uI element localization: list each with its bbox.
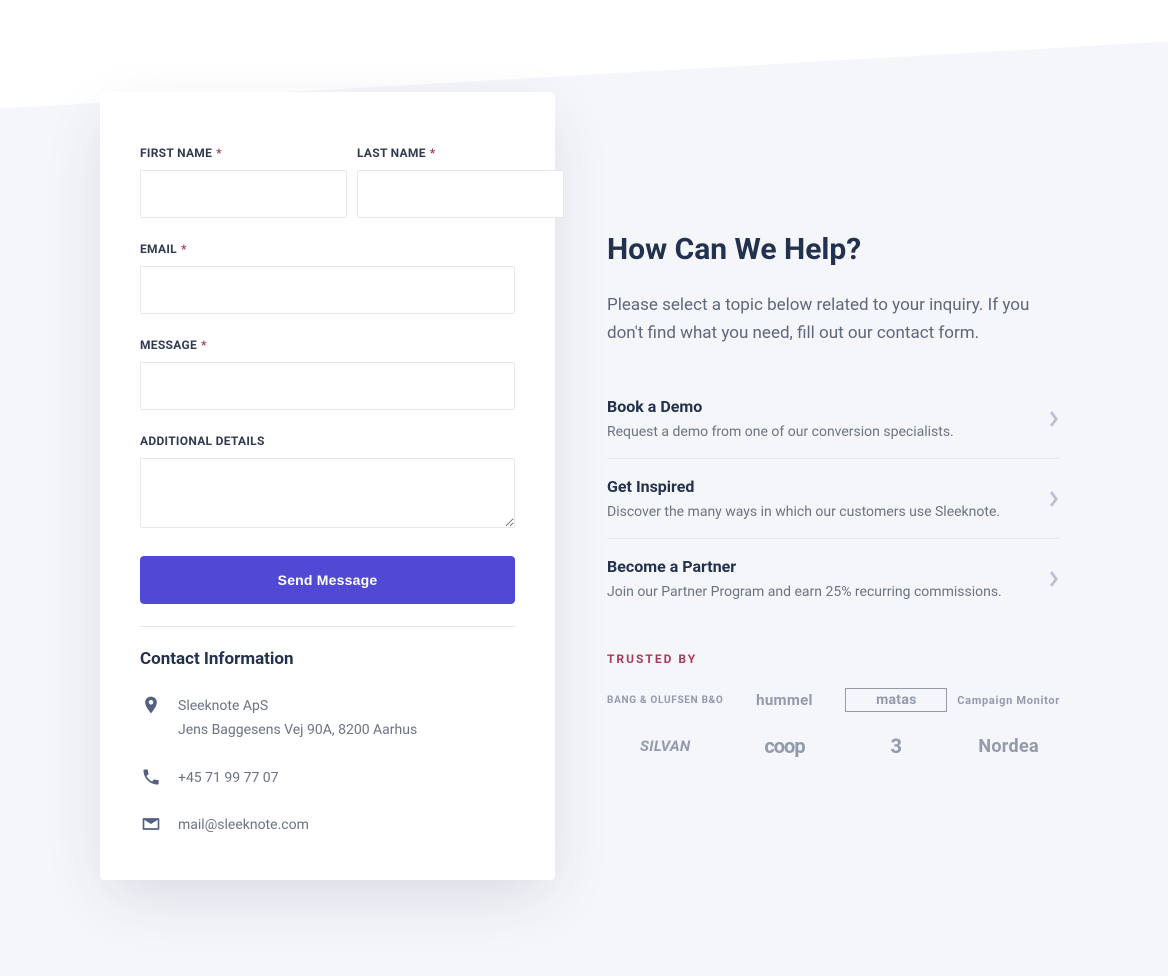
help-link-title: Get Inspired [607, 477, 1000, 496]
required-mark: * [201, 338, 207, 352]
contact-form-card: FIRST NAME * LAST NAME * EMAIL * MESSAGE * [100, 92, 555, 880]
details-textarea[interactable] [140, 458, 515, 528]
first-name-label: FIRST NAME * [140, 146, 347, 160]
first-name-label-text: FIRST NAME [140, 146, 212, 160]
trusted-logo: Campaign Monitor [957, 686, 1060, 714]
help-link-title: Book a Demo [607, 397, 954, 416]
phone-icon [140, 767, 162, 787]
help-link-desc: Discover the many ways in which our cust… [607, 504, 1000, 520]
details-label: ADDITIONAL DETAILS [140, 434, 515, 448]
help-heading: How Can We Help? [607, 232, 1060, 267]
trusted-logo: 3 [845, 732, 947, 760]
help-link-desc: Request a demo from one of our conversio… [607, 424, 954, 440]
email-input[interactable] [140, 266, 515, 314]
trusted-logo: coop [734, 732, 836, 760]
help-lead: Please select a topic below related to y… [607, 291, 1047, 347]
contact-phone: +45 71 99 77 07 [178, 767, 279, 791]
last-name-label-text: LAST NAME [357, 146, 426, 160]
trusted-logo: hummel [734, 686, 836, 714]
trusted-logo: matas [845, 688, 947, 712]
details-label-text: ADDITIONAL DETAILS [140, 434, 265, 448]
required-mark: * [216, 146, 222, 160]
help-link-get-inspired[interactable]: Get Inspired Discover the many ways in w… [607, 459, 1060, 539]
message-label-text: MESSAGE [140, 338, 197, 352]
email-label: EMAIL * [140, 242, 515, 256]
contact-phone-row: +45 71 99 77 07 [140, 767, 515, 791]
required-mark: * [430, 146, 436, 160]
message-input[interactable] [140, 362, 515, 410]
help-section: How Can We Help? Please select a topic b… [607, 92, 1060, 880]
contact-email-row: mail@sleeknote.com [140, 814, 515, 838]
contact-address: Jens Baggesens Vej 90A, 8200 Aarhus [178, 719, 417, 743]
email-label-text: EMAIL [140, 242, 177, 256]
divider [140, 626, 515, 627]
first-name-input[interactable] [140, 170, 347, 218]
trusted-logo: BANG & OLUFSEN B&O [607, 686, 724, 714]
trusted-logo: Nordea [957, 732, 1060, 760]
last-name-input[interactable] [357, 170, 564, 218]
trusted-by-label: TRUSTED BY [607, 652, 1060, 666]
send-message-button[interactable]: Send Message [140, 556, 515, 604]
required-mark: * [181, 242, 187, 256]
message-label: MESSAGE * [140, 338, 515, 352]
help-link-desc: Join our Partner Program and earn 25% re… [607, 584, 1002, 600]
contact-email: mail@sleeknote.com [178, 814, 309, 838]
help-link-book-demo[interactable]: Book a Demo Request a demo from one of o… [607, 379, 1060, 459]
last-name-label: LAST NAME * [357, 146, 564, 160]
contact-address-row: Sleeknote ApS Jens Baggesens Vej 90A, 82… [140, 695, 515, 743]
email-icon [140, 814, 162, 834]
contact-info-heading: Contact Information [140, 649, 515, 669]
chevron-right-icon [1050, 491, 1060, 507]
chevron-right-icon [1050, 571, 1060, 587]
help-link-title: Become a Partner [607, 557, 1002, 576]
chevron-right-icon [1050, 411, 1060, 427]
help-link-become-partner[interactable]: Become a Partner Join our Partner Progra… [607, 539, 1060, 618]
trusted-logo: SILVAN [607, 732, 724, 760]
location-pin-icon [140, 695, 162, 715]
trusted-logo-grid: BANG & OLUFSEN B&O hummel matas Campaign… [607, 686, 1060, 760]
contact-company: Sleeknote ApS [178, 695, 417, 719]
